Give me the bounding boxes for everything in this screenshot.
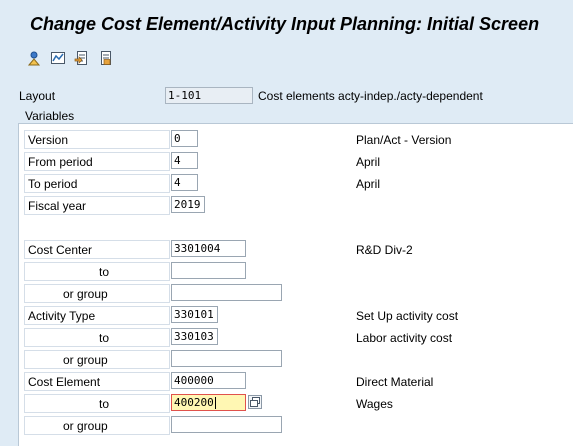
cost-element-field[interactable]: 400000 bbox=[171, 372, 246, 389]
to-period-description: April bbox=[356, 177, 381, 191]
activity-type-to-field[interactable]: 330103 bbox=[171, 328, 218, 345]
open-document-icon[interactable] bbox=[74, 50, 90, 66]
cost-element-description: Direct Material bbox=[356, 375, 434, 389]
multiple-selection-button[interactable] bbox=[248, 395, 262, 409]
cost-element-to-label: to bbox=[99, 397, 110, 411]
cost-element-group-field[interactable] bbox=[171, 416, 282, 433]
layout-field[interactable]: 1-101 bbox=[165, 87, 253, 104]
version-label: Version bbox=[28, 133, 69, 147]
variables-title: Variables bbox=[25, 109, 75, 123]
cost-element-group-label: or group bbox=[63, 419, 108, 433]
cost-center-group-label: or group bbox=[63, 287, 108, 301]
person-icon[interactable] bbox=[26, 50, 42, 66]
cost-element-to-value: 400200 bbox=[174, 396, 214, 409]
activity-type-description: Set Up activity cost bbox=[356, 309, 459, 323]
activity-type-group-field[interactable] bbox=[171, 350, 282, 367]
application-toolbar bbox=[0, 44, 573, 74]
activity-type-field[interactable]: 330101 bbox=[171, 306, 218, 323]
overview-icon[interactable] bbox=[50, 50, 66, 66]
cost-element-to-description: Wages bbox=[356, 397, 393, 411]
cost-element-to-field[interactable]: 400200 bbox=[171, 394, 246, 411]
cost-center-group-field[interactable] bbox=[171, 284, 282, 301]
from-period-description: April bbox=[356, 155, 381, 169]
from-period-field[interactable]: 4 bbox=[171, 152, 198, 169]
to-period-field[interactable]: 4 bbox=[171, 174, 198, 191]
layout-label: Layout bbox=[19, 89, 56, 103]
cost-center-to-label-box bbox=[24, 262, 170, 281]
cost-center-field[interactable]: 3301004 bbox=[171, 240, 246, 257]
cost-center-to-label: to bbox=[99, 265, 110, 279]
from-period-label: From period bbox=[28, 155, 93, 169]
save-document-icon[interactable] bbox=[98, 50, 114, 66]
screen-title: Change Cost Element/Activity Input Plann… bbox=[30, 14, 540, 34]
to-period-label: To period bbox=[28, 177, 78, 191]
version-field[interactable]: 0 bbox=[171, 130, 198, 147]
multiple-selection-icon bbox=[250, 397, 260, 407]
layout-description: Cost elements acty-indep./acty-dependent bbox=[258, 89, 483, 103]
cost-element-label: Cost Element bbox=[28, 375, 101, 389]
activity-type-group-label: or group bbox=[63, 353, 108, 367]
fiscal-year-field[interactable]: 2019 bbox=[171, 196, 205, 213]
text-cursor bbox=[214, 397, 216, 409]
cost-center-label: Cost Center bbox=[28, 243, 93, 257]
cost-element-to-label-box bbox=[24, 394, 170, 413]
cost-center-to-field[interactable] bbox=[171, 262, 246, 279]
fiscal-year-label: Fiscal year bbox=[28, 199, 87, 213]
activity-type-to-label-box bbox=[24, 328, 170, 347]
activity-type-label: Activity Type bbox=[28, 309, 96, 323]
activity-type-to-description: Labor activity cost bbox=[356, 331, 453, 345]
variables-header bbox=[18, 107, 573, 124]
activity-type-to-label: to bbox=[99, 331, 110, 345]
version-description: Plan/Act - Version bbox=[356, 133, 452, 147]
cost-center-description: R&D Div-2 bbox=[356, 243, 413, 257]
